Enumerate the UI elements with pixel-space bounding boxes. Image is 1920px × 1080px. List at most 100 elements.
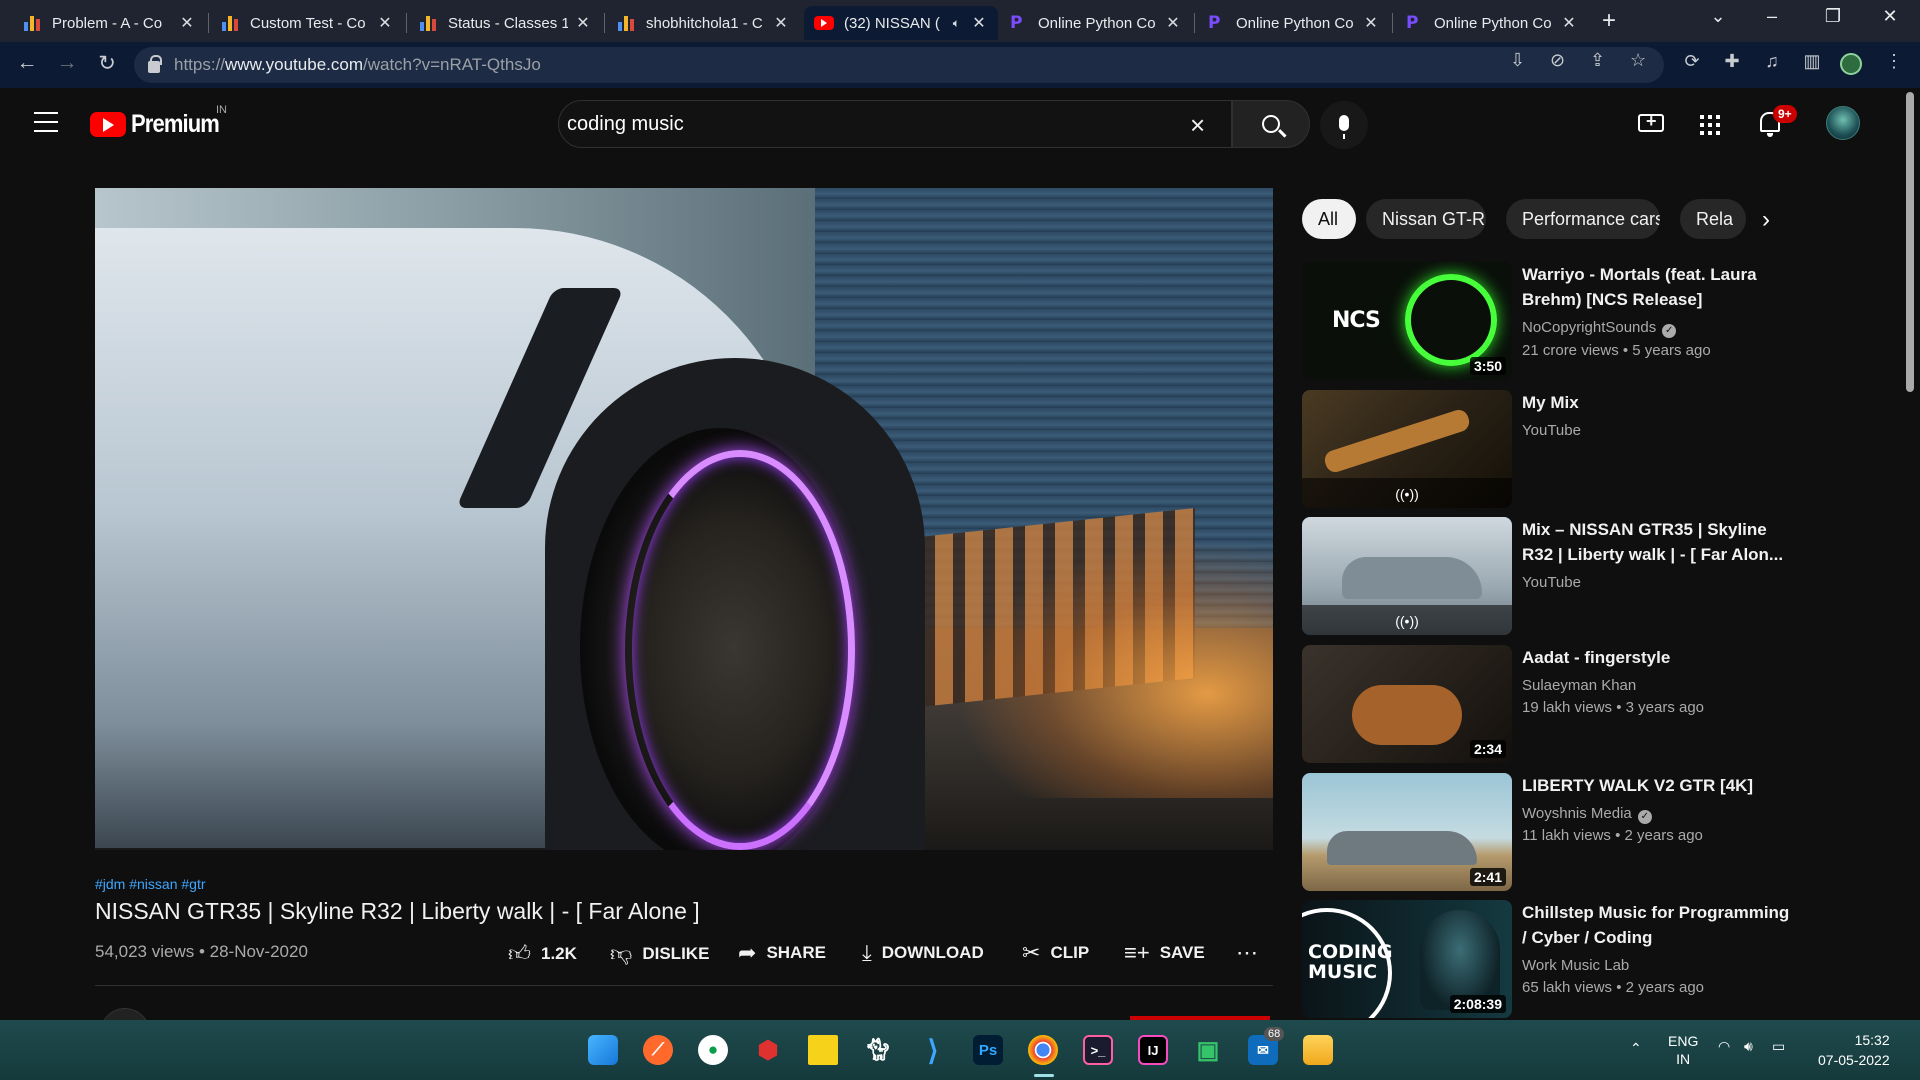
- browser-tab[interactable]: P Online Python Co ✕: [1198, 6, 1390, 40]
- chrome-profile-avatar[interactable]: [1840, 53, 1862, 75]
- chip-all[interactable]: All: [1302, 199, 1356, 239]
- chip-nissan-gtr[interactable]: Nissan GT-R: [1366, 199, 1486, 239]
- intellij-icon[interactable]: IJ: [1138, 1035, 1168, 1065]
- green-app-icon[interactable]: ●: [698, 1035, 728, 1065]
- share-button[interactable]: ➦ SHARE: [738, 940, 826, 966]
- speaker-icon[interactable]: 🔈︎: [953, 16, 960, 31]
- apps-grid-icon[interactable]: [1700, 115, 1720, 135]
- terminal-icon[interactable]: >_: [1083, 1035, 1113, 1065]
- battery-icon[interactable]: ▭: [1772, 1038, 1785, 1055]
- chrome-icon[interactable]: [1028, 1035, 1058, 1065]
- mix-thumbnail[interactable]: ((•)): [1302, 390, 1512, 508]
- recommendation-title[interactable]: Chillstep Music for Programming / Cyber …: [1522, 900, 1792, 950]
- like-button[interactable]: 👍︎ 1.2K: [508, 940, 577, 967]
- close-tab-icon[interactable]: ✕: [772, 13, 790, 33]
- sticky-notes-icon[interactable]: [808, 1035, 838, 1065]
- browser-tab[interactable]: P Online Python Co ✕: [1396, 6, 1588, 40]
- browser-tab[interactable]: shobhitchola1 - C ✕: [608, 6, 800, 40]
- browser-tab[interactable]: Problem - A - Co ✕: [14, 6, 206, 40]
- eye-off-icon[interactable]: ⊘: [1550, 50, 1565, 71]
- recommendation-title[interactable]: My Mix: [1522, 390, 1792, 415]
- side-panel-icon[interactable]: ▥: [1800, 51, 1824, 72]
- recommendation-title[interactable]: Warriyo - Mortals (feat. Laura Brehm) [N…: [1522, 262, 1792, 312]
- video-thumbnail[interactable]: 2:41: [1302, 773, 1512, 891]
- recommendation-item[interactable]: 2:41 LIBERTY WALK V2 GTR [4K] Woyshnis M…: [1302, 773, 1802, 891]
- channel-name[interactable]: Work Music Lab: [1522, 957, 1629, 974]
- browser-tab[interactable]: P Online Python Co ✕: [1000, 6, 1192, 40]
- tab-search-icon[interactable]: ⌄: [1698, 6, 1738, 27]
- close-tab-icon[interactable]: ✕: [1164, 13, 1182, 33]
- antivirus-icon[interactable]: ⬢: [753, 1035, 783, 1065]
- create-video-icon[interactable]: [1638, 111, 1664, 132]
- clear-search-icon[interactable]: ×: [1190, 110, 1205, 141]
- recommendation-item[interactable]: CODING MUSIC 2:08:39 Chillstep Music for …: [1302, 900, 1802, 1018]
- chrome-menu-icon[interactable]: ⋮: [1882, 51, 1906, 72]
- chip-related[interactable]: Rela: [1680, 199, 1746, 239]
- taskbar-clock[interactable]: 15:32 07-05-2022: [1818, 1030, 1890, 1070]
- browser-tab-active[interactable]: (32) NISSAN ( 🔈︎ ✕: [804, 6, 998, 40]
- vscode-icon[interactable]: ⟩: [918, 1035, 948, 1066]
- recommendation-item[interactable]: ((•)) My Mix YouTube: [1302, 390, 1802, 508]
- puzzle-extensions-icon[interactable]: ✚: [1720, 51, 1744, 72]
- browser-tab[interactable]: Status - Classes 1 ✕: [410, 6, 602, 40]
- windows-start-icon[interactable]: [588, 1035, 618, 1065]
- scrollbar-thumb[interactable]: [1906, 92, 1914, 392]
- video-player[interactable]: [95, 188, 1273, 850]
- chevron-right-icon[interactable]: ›: [1762, 206, 1770, 234]
- new-tab-icon[interactable]: +: [1602, 7, 1616, 35]
- share-icon[interactable]: ⇪: [1590, 50, 1605, 71]
- search-button[interactable]: [1232, 100, 1310, 148]
- back-icon[interactable]: ←: [12, 51, 42, 75]
- menu-icon[interactable]: [34, 112, 58, 132]
- channel-name[interactable]: Woyshnis Media ✓: [1522, 805, 1652, 824]
- save-button[interactable]: ≡+ SAVE: [1124, 940, 1205, 966]
- media-controls-icon[interactable]: ♫: [1760, 51, 1784, 72]
- restore-icon[interactable]: ❐: [1813, 6, 1853, 27]
- recommendation-item[interactable]: 2:34 Aadat - fingerstyle Sulaeyman Khan …: [1302, 645, 1802, 763]
- forward-icon[interactable]: →: [52, 51, 82, 75]
- search-input[interactable]: coding music: [558, 100, 1232, 148]
- wifi-icon[interactable]: ◠: [1718, 1038, 1730, 1055]
- recommendation-title[interactable]: Mix – NISSAN GTR35 | Skyline R32 | Liber…: [1522, 517, 1792, 567]
- close-tab-icon[interactable]: ✕: [1362, 13, 1380, 33]
- minimize-icon[interactable]: –: [1752, 6, 1792, 27]
- recommendation-item[interactable]: ((•)) Mix – NISSAN GTR35 | Skyline R32 |…: [1302, 517, 1802, 635]
- recommendation-title[interactable]: Aadat - fingerstyle: [1522, 645, 1792, 670]
- download-button[interactable]: ⤓ DOWNLOAD: [862, 940, 984, 966]
- meet-icon[interactable]: ▣: [1193, 1035, 1223, 1065]
- chip-performance-cars[interactable]: Performance cars: [1506, 199, 1660, 239]
- browser-tab[interactable]: Custom Test - Co ✕: [212, 6, 404, 40]
- channel-name[interactable]: Sulaeyman Khan: [1522, 677, 1636, 694]
- video-thumbnail[interactable]: CODING MUSIC 2:08:39: [1302, 900, 1512, 1018]
- youtube-logo[interactable]: Premium IN: [90, 104, 231, 139]
- channel-name[interactable]: NoCopyrightSounds ✓: [1522, 319, 1677, 338]
- video-hashtags[interactable]: #jdm #nissan #gtr: [95, 876, 206, 892]
- cat-app-icon[interactable]: 🐈︎: [863, 1035, 893, 1065]
- bookmark-star-icon[interactable]: ☆: [1630, 50, 1646, 71]
- close-tab-icon[interactable]: ✕: [1560, 13, 1578, 33]
- file-explorer-icon[interactable]: [1303, 1035, 1333, 1065]
- photoshop-icon[interactable]: Ps: [973, 1035, 1003, 1065]
- account-avatar[interactable]: [1826, 106, 1860, 140]
- address-bar[interactable]: https://www.youtube.com/watch?v=nRAT-Qth…: [134, 47, 1664, 83]
- compass-app-icon[interactable]: ⟋: [643, 1035, 673, 1065]
- mix-thumbnail[interactable]: ((•)): [1302, 517, 1512, 635]
- language-indicator[interactable]: ENG IN: [1668, 1032, 1698, 1068]
- close-tab-icon[interactable]: ✕: [970, 13, 988, 33]
- volume-icon[interactable]: 🔊︎: [1744, 1038, 1753, 1055]
- voice-search-button[interactable]: [1320, 101, 1368, 149]
- recommendation-item[interactable]: NCS 3:50 Warriyo - Mortals (feat. Laura …: [1302, 262, 1802, 380]
- dislike-button[interactable]: 👎︎ DISLIKE: [610, 940, 709, 967]
- extension-sync-icon[interactable]: ⟳: [1680, 51, 1704, 72]
- clip-button[interactable]: ✂ CLIP: [1022, 940, 1089, 966]
- channel-name[interactable]: YouTube: [1522, 422, 1581, 439]
- video-thumbnail[interactable]: NCS 3:50: [1302, 262, 1512, 380]
- close-window-icon[interactable]: ✕: [1870, 6, 1910, 27]
- recommendation-title[interactable]: LIBERTY WALK V2 GTR [4K]: [1522, 773, 1792, 798]
- chevron-up-icon[interactable]: ⌃: [1630, 1040, 1642, 1057]
- more-actions-button[interactable]: ⋯: [1236, 940, 1268, 966]
- close-tab-icon[interactable]: ✕: [178, 13, 196, 33]
- reload-icon[interactable]: ↻: [92, 51, 122, 76]
- channel-name[interactable]: YouTube: [1522, 574, 1581, 591]
- close-tab-icon[interactable]: ✕: [574, 13, 592, 33]
